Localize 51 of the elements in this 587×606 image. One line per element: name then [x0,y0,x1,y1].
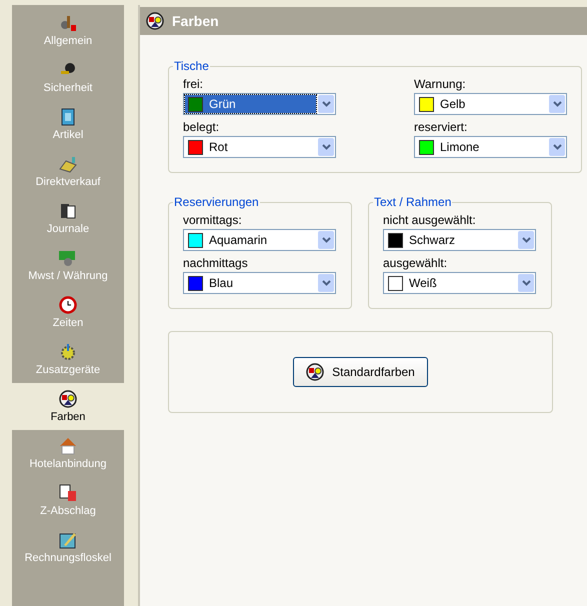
color-dropdown[interactable]: Rot [183,136,336,158]
sidebar-item[interactable]: Sicherheit [12,54,124,101]
default-colors-button[interactable]: Standardfarben [293,357,428,387]
group-title: Tische [173,59,210,73]
house-icon [59,437,77,455]
sidebar-item[interactable]: Rechnungsfloskel [12,524,124,571]
color-dropdown[interactable]: Aquamarin [183,229,336,251]
sidebar-item[interactable]: Direktverkauf [12,148,124,195]
chevron-down-icon[interactable] [318,95,334,113]
chevron-down-icon[interactable] [518,274,534,292]
sidebar-item[interactable]: Artikel [12,101,124,148]
color-dropdown[interactable]: Limone [414,136,567,158]
field-label: ausgewählt: [383,256,448,270]
field-label: Warnung: [414,77,467,91]
field-label: nicht ausgewählt: [383,213,477,227]
chevron-down-icon[interactable] [318,138,334,156]
document-icon [59,484,77,502]
field-label: reserviert: [414,120,468,134]
field-label: belegt: [183,120,220,134]
chevron-down-icon[interactable] [318,231,334,249]
color-dropdown[interactable]: Schwarz [383,229,536,251]
notepad-icon [61,108,75,126]
header-title: Farben [172,13,219,29]
color-dropdown[interactable]: Blau [183,272,336,294]
pen-icon [59,531,77,549]
sidebar-item[interactable]: Z-Abschlag [12,477,124,524]
chevron-down-icon[interactable] [518,231,534,249]
chevron-down-icon[interactable] [549,95,565,113]
color-dropdown[interactable]: Grün [183,93,336,115]
chevron-down-icon[interactable] [318,274,334,292]
sidebar-item[interactable]: Allgemein [12,7,124,54]
color-dropdown[interactable]: Gelb [414,93,567,115]
chevron-down-icon[interactable] [549,138,565,156]
color-dropdown[interactable]: Weiß [383,272,536,294]
sidebar-item[interactable]: Zeiten [12,289,124,336]
field-label: frei: [183,77,204,91]
sidebar-item[interactable]: Journale [12,195,124,242]
palette-icon [146,12,164,30]
palette-icon [306,363,324,381]
pages-icon [59,202,77,220]
sidebar-item[interactable]: Mwst / Währung [12,242,124,289]
clock-icon [59,296,77,314]
sidebar-item[interactable]: Farben [12,383,124,430]
group-title: Reservierungen [173,195,260,209]
gear-icon [59,343,77,361]
sidebar-item[interactable]: Hotelanbindung [12,430,124,477]
group-title: Text / Rahmen [373,195,452,209]
sidebar-item[interactable]: Zusatzgeräte [12,336,124,383]
field-label: nachmittags [183,256,249,270]
field-label: vormittags: [183,213,243,227]
palette-icon [59,390,77,408]
